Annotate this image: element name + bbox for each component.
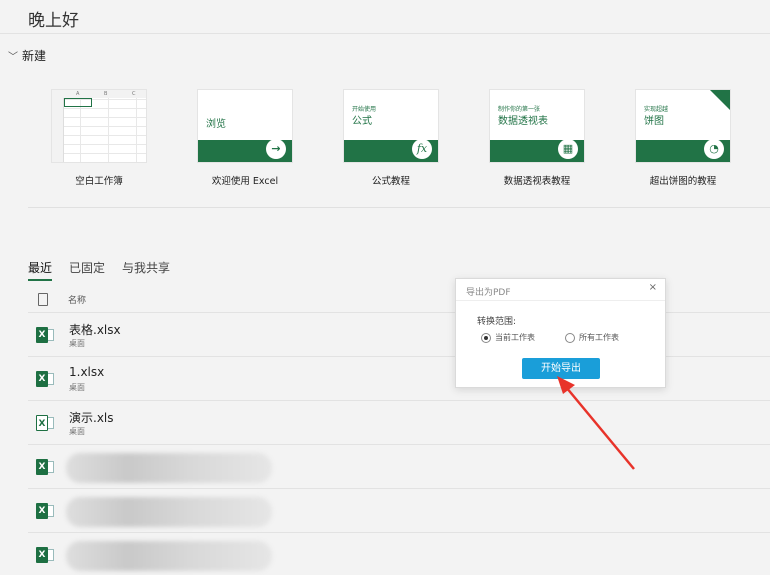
file-name: 1.xlsx <box>69 365 105 379</box>
excel-icon: X <box>36 503 54 519</box>
export-pdf-dialog: 导出为PDF × 转换范围: 当前工作表 所有工作表 开始导出 <box>455 278 666 388</box>
spreadsheet-grid-icon: A B C <box>52 90 146 162</box>
file-name: 表格.xlsx <box>69 323 121 337</box>
template-caption: 超出饼图的教程 <box>649 176 717 187</box>
file-row[interactable]: X <box>28 532 770 575</box>
close-icon[interactable]: × <box>649 282 657 293</box>
template-blank-workbook[interactable]: A B C 空白工作簿 <box>51 89 147 187</box>
template-caption: 数据透视表教程 <box>503 176 571 187</box>
divider <box>0 33 770 34</box>
new-tag-icon <box>710 90 730 110</box>
file-location: 桌面 <box>69 339 85 348</box>
file-name: 演示.xls <box>69 411 114 425</box>
radio-selected-icon <box>481 332 491 343</box>
tab-pinned[interactable]: 已固定 <box>69 259 105 281</box>
new-section-toggle[interactable]: ﹀ 新建 <box>8 47 46 64</box>
excel-legacy-icon: X <box>36 415 54 431</box>
blurred-file-name <box>66 497 272 527</box>
excel-icon: X <box>36 327 54 343</box>
function-icon: fx <box>412 139 432 159</box>
start-export-button[interactable]: 开始导出 <box>522 358 600 379</box>
template-caption: 欢迎使用 Excel <box>211 176 279 187</box>
document-icon <box>38 293 48 306</box>
template-thumbnail: A B C <box>51 89 147 163</box>
template-pie-chart-tutorial[interactable]: 实现超越 饼图 ◔ 超出饼图的教程 <box>635 89 731 187</box>
excel-icon: X <box>36 547 54 563</box>
radio-current-sheet[interactable]: 当前工作表 <box>481 332 535 343</box>
name-column-header[interactable]: 名称 <box>38 293 86 306</box>
template-caption: 空白工作簿 <box>75 176 123 187</box>
template-formula-tutorial[interactable]: 开始使用 公式 fx 公式教程 <box>343 89 439 187</box>
blurred-file-name <box>66 453 272 483</box>
template-thumbnail: 开始使用 公式 fx <box>343 89 439 163</box>
radio-unselected-icon <box>565 332 575 343</box>
dialog-title: 导出为PDF <box>466 288 511 298</box>
template-caption: 公式教程 <box>371 176 410 187</box>
file-location: 桌面 <box>69 383 85 392</box>
file-row[interactable]: X <box>28 444 770 488</box>
column-header-label: 名称 <box>68 296 87 306</box>
divider <box>28 207 770 208</box>
tab-recent[interactable]: 最近 <box>28 259 53 281</box>
excel-icon: X <box>36 459 54 475</box>
template-thumbnail: 实现超越 饼图 ◔ <box>635 89 731 163</box>
template-pivot-table-tutorial[interactable]: 制作你的第一张 数据透视表 ▦ 数据透视表教程 <box>489 89 585 187</box>
arrow-right-icon: → <box>266 139 286 159</box>
new-section-label: 新建 <box>22 49 47 63</box>
blurred-file-name <box>66 541 272 571</box>
excel-icon: X <box>36 371 54 387</box>
chevron-down-icon: ﹀ <box>8 52 18 63</box>
template-thumbnail: 浏览 → <box>197 89 293 163</box>
range-label: 转换范围: <box>477 317 517 327</box>
tab-shared-with-me[interactable]: 与我共享 <box>122 259 170 281</box>
greeting: 晚上好 <box>28 11 79 31</box>
file-tabs: 最近 已固定 与我共享 <box>28 259 170 281</box>
file-row[interactable]: X <box>28 488 770 532</box>
pivot-table-icon: ▦ <box>558 139 578 159</box>
template-thumbnail: 制作你的第一张 数据透视表 ▦ <box>489 89 585 163</box>
file-row[interactable]: X 演示.xls 桌面 <box>28 400 770 444</box>
radio-all-sheets[interactable]: 所有工作表 <box>565 332 619 343</box>
template-welcome-excel[interactable]: 浏览 → 欢迎使用 Excel <box>197 89 293 187</box>
pie-chart-icon: ◔ <box>704 139 724 159</box>
file-location: 桌面 <box>69 427 85 436</box>
